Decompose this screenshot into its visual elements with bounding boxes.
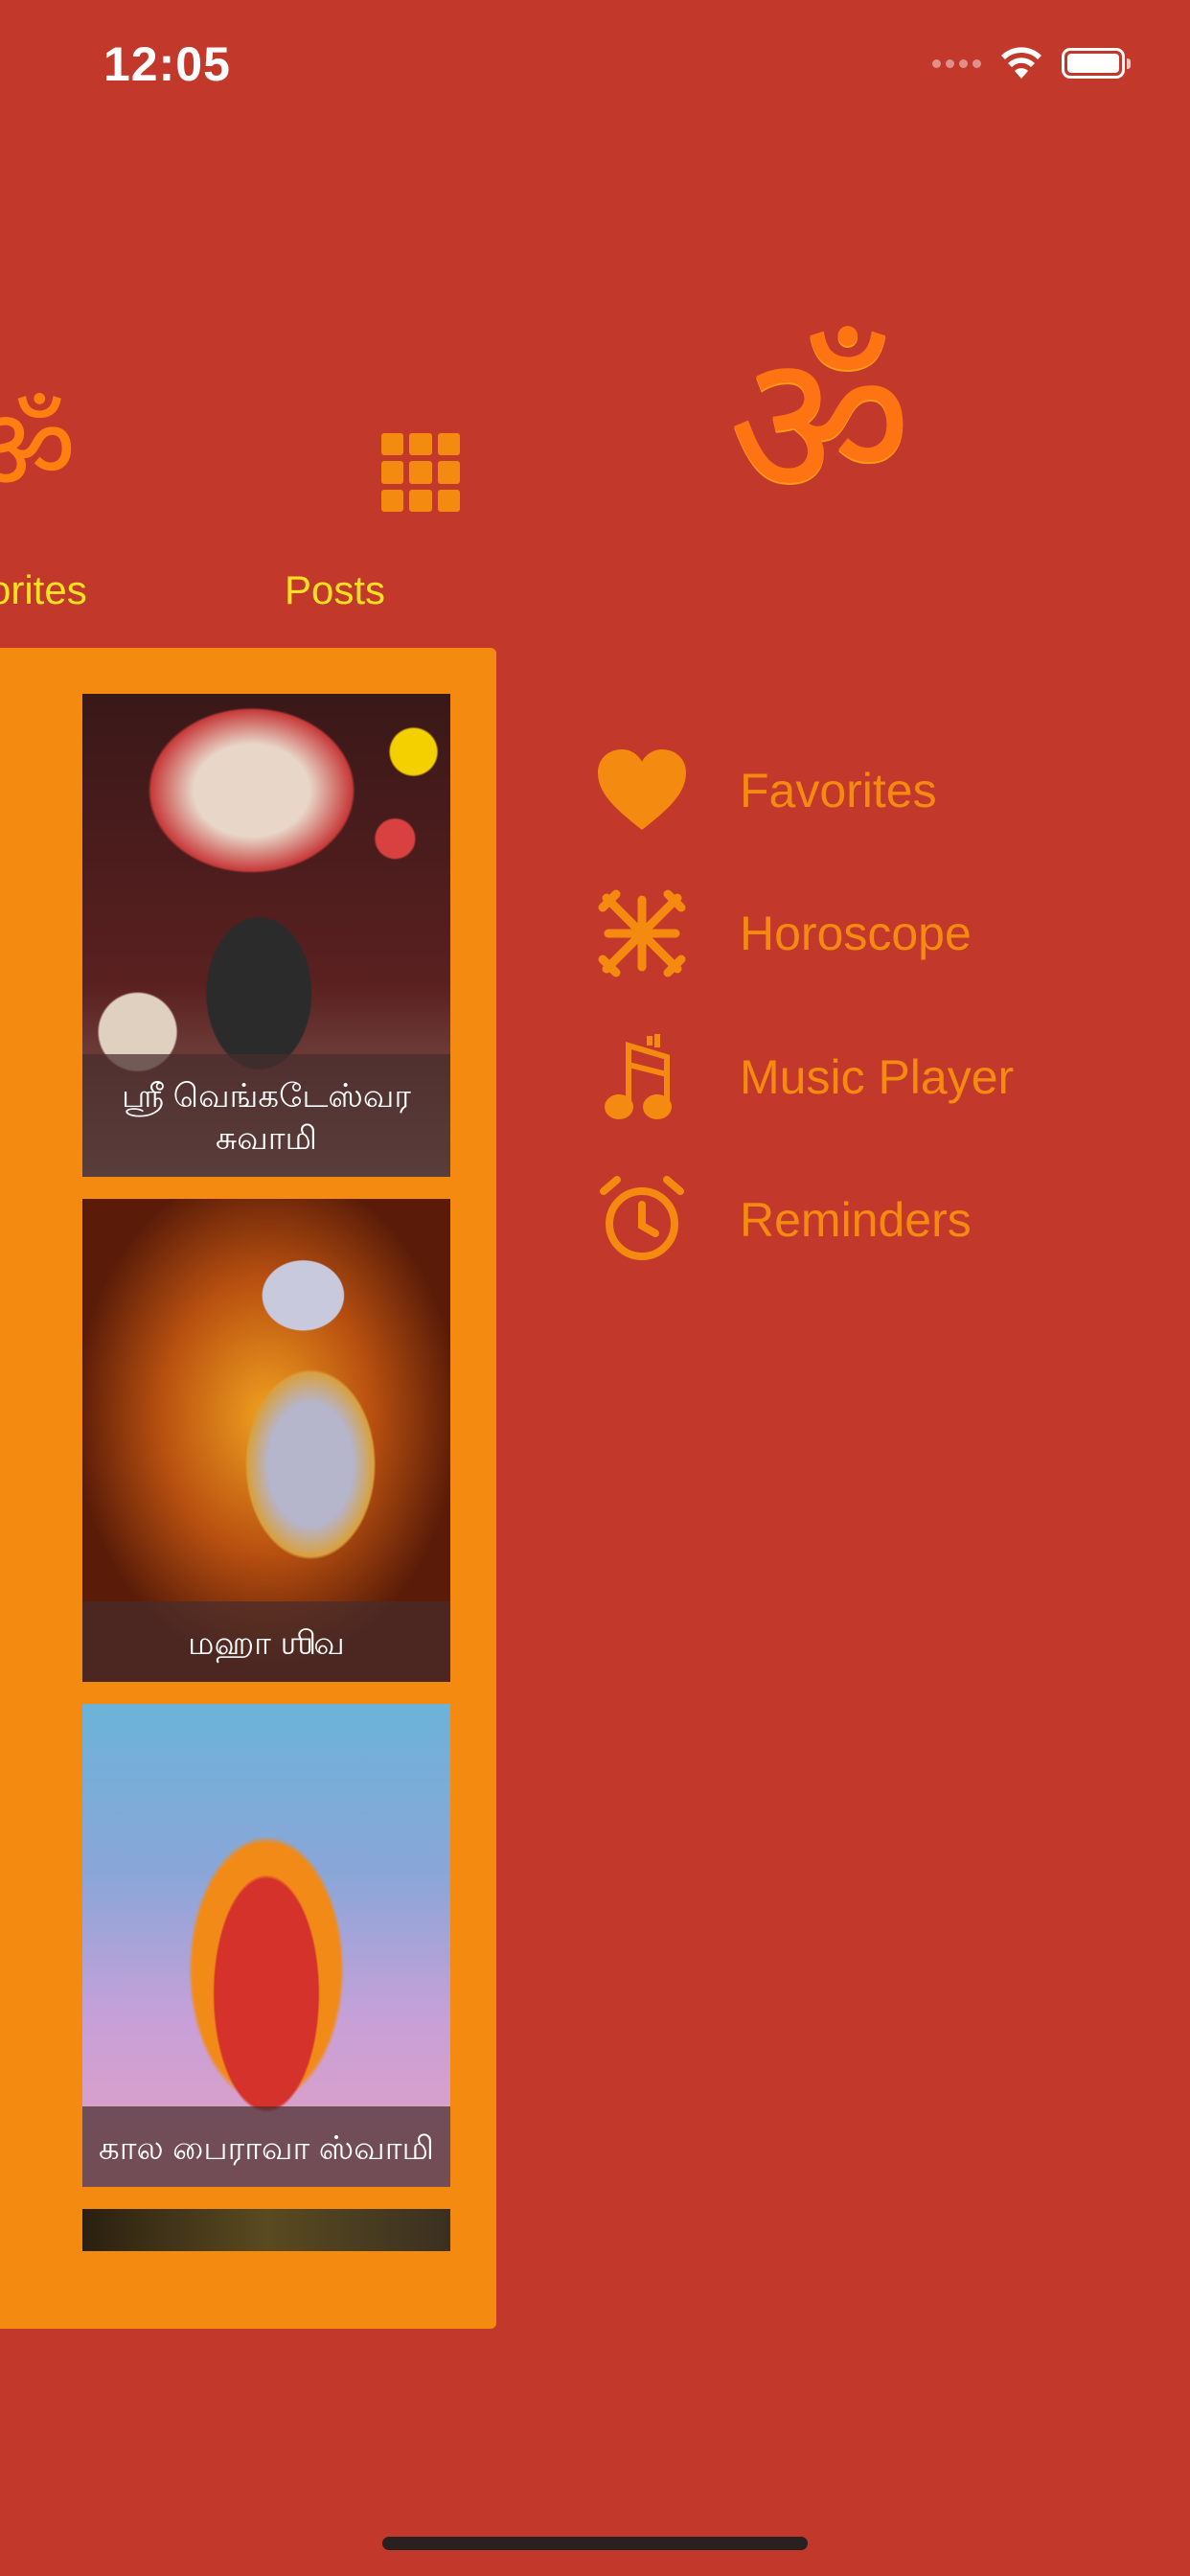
tab-posts-label[interactable]: Posts — [285, 567, 385, 613]
menu-item-music-player[interactable]: Music Player — [594, 1029, 1014, 1125]
post-card[interactable]: ஸ்ரீ வெங்கடேஸ்வர சுவாமி — [82, 694, 450, 1177]
alarm-clock-icon — [594, 1172, 690, 1268]
wifi-icon — [1001, 47, 1041, 79]
menu-item-label: Favorites — [740, 764, 937, 817]
menu-item-horoscope[interactable]: Horoscope — [594, 886, 972, 981]
heart-icon — [594, 743, 690, 839]
menu-item-label: Reminders — [740, 1193, 972, 1247]
menu-item-label: Music Player — [740, 1050, 1015, 1104]
tab-favorites-label[interactable]: orites — [0, 567, 87, 613]
post-caption: கால பைராவா ஸ்வாமி — [82, 2106, 450, 2187]
home-indicator[interactable] — [382, 2537, 808, 2550]
posts-panel: ஸ்ரீ வெங்கடேஸ்வர சுவாமி மஹா ஶிவ கால பைரா… — [0, 648, 496, 2329]
status-time: 12:05 — [103, 37, 231, 91]
om-logo-icon: ॐ — [728, 313, 912, 539]
post-caption: ஸ்ரீ வெங்கடேஸ்வர சுவாமி — [82, 1054, 450, 1177]
post-card[interactable]: கால பைராவா ஸ்வாமி — [82, 1704, 450, 2187]
post-card[interactable]: மஹா ஶிவ — [82, 1199, 450, 1682]
cellular-dots-icon — [932, 58, 981, 68]
post-card[interactable] — [82, 2209, 450, 2251]
menu-item-favorites[interactable]: Favorites — [594, 743, 937, 839]
battery-icon — [1062, 48, 1131, 79]
menu-item-reminders[interactable]: Reminders — [594, 1172, 972, 1268]
om-icon[interactable]: ॐ — [0, 393, 76, 508]
menu-item-label: Horoscope — [740, 907, 972, 960]
music-note-icon — [594, 1029, 690, 1125]
post-caption: மஹா ஶிவ — [82, 1601, 450, 1682]
post-image — [82, 2209, 450, 2251]
status-icons — [932, 44, 1131, 82]
horoscope-icon — [594, 886, 690, 981]
grid-icon[interactable] — [381, 433, 460, 512]
screen: 12:05 ॐ orites Posts ஸ்ரீ வெங்கடேஸ்வர சு… — [0, 0, 1190, 2576]
